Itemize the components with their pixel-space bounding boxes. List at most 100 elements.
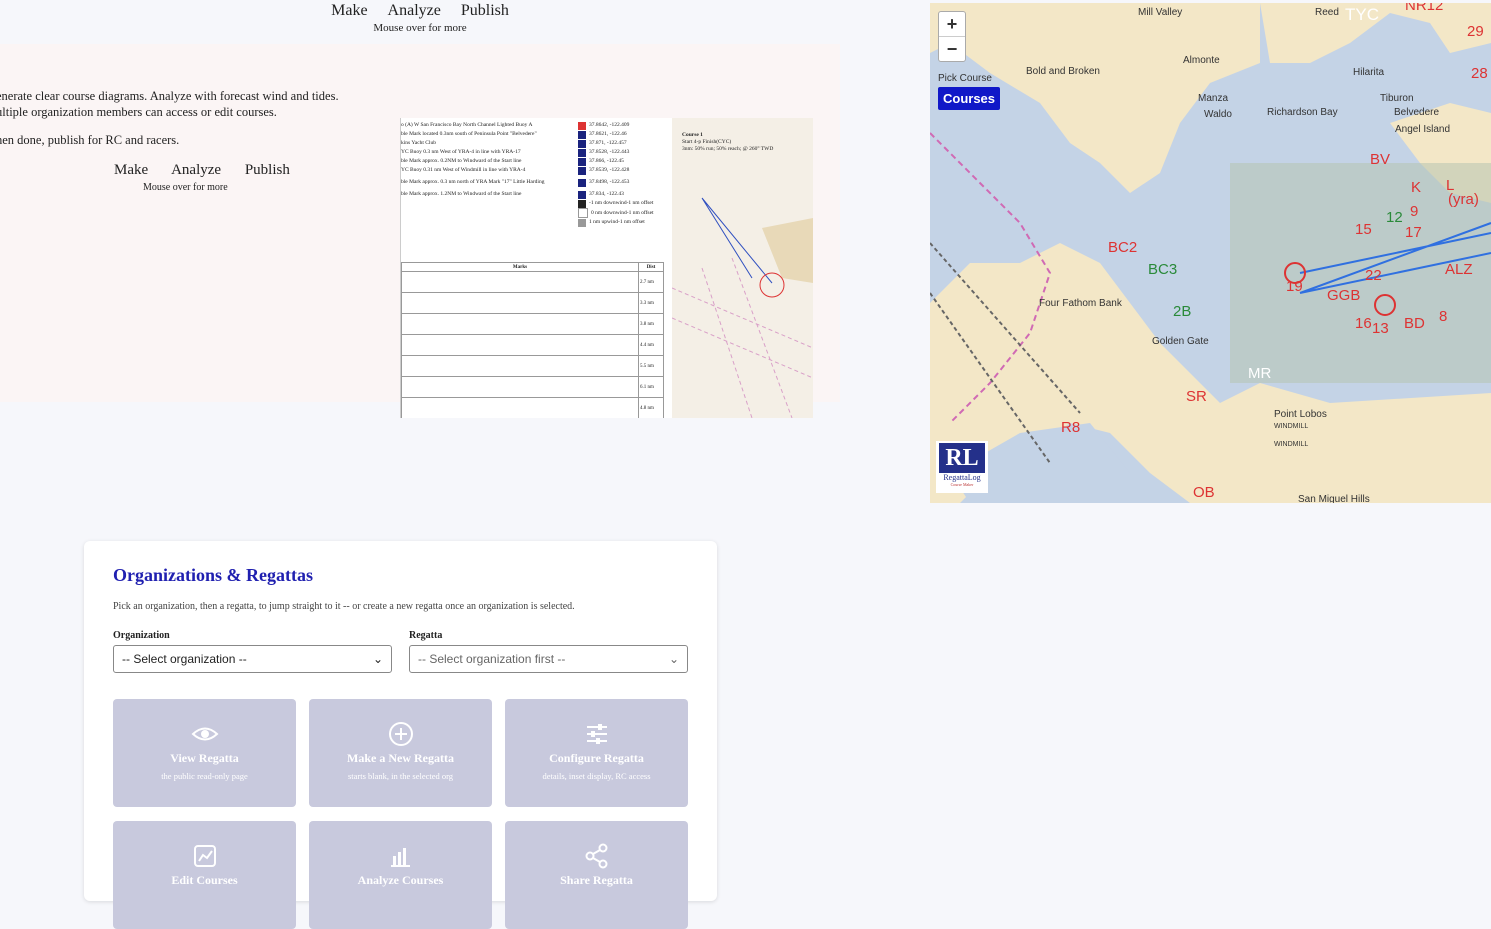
map-mark[interactable]: 19 [1286,278,1303,295]
list-item: 37.871, -122.457 [578,139,668,148]
map-label: San Miguel Hills [1298,494,1370,503]
nav-publish-link[interactable]: Publish [461,2,509,19]
list-item: 1 nm upwind-1 nm offset [578,218,668,227]
hero-publish-link[interactable]: Publish [245,162,290,178]
map-label: Richardson Bay [1267,107,1338,118]
nautical-chart [930,3,1491,503]
tile-subtitle: details, inset display, RC access [542,771,651,781]
map-label: Waldo [1204,109,1232,120]
pick-course-label: Pick Course [938,73,992,84]
map-mark[interactable]: BC2 [1108,239,1137,256]
coords-list: 37.8642, -122.409 37.8621, -122.46 37.87… [578,118,668,227]
map-label: Mill Valley [1138,7,1183,18]
regattalog-logo: RL RegattaLog Course Maker [936,441,988,493]
map-mark[interactable]: SR [1186,388,1207,405]
map-label: Golden Gate [1152,336,1209,347]
table-header: Dist [638,262,664,272]
table-row[interactable]: 3.8 nm [401,313,664,335]
map-mark[interactable]: TYC [1345,5,1379,25]
courses-table: Marks Dist 2.7 nm 3.3 nm 3.8 nm 4.4 nm 5.… [401,262,664,418]
map-mark[interactable]: NR12 [1405,3,1443,14]
map-mark[interactable]: MR [1248,365,1271,382]
map-mark[interactable]: 22 [1365,267,1382,284]
map-mark[interactable]: 17 [1405,224,1422,241]
table-row[interactable]: 4.8 nm [401,397,664,418]
map-mark[interactable]: BD [1404,315,1425,332]
map-mark[interactable]: R8 [1061,419,1080,436]
map-mark[interactable]: BC3 [1148,261,1177,278]
logo-tagline: Course Maker [950,482,974,487]
mini-map-drawing [671,197,813,418]
course-line: Start 4-p Finish(CYC) [682,139,732,145]
map-mark[interactable]: 16 [1355,315,1372,332]
course-line: 3nm: 50% run; 50% reach; @ 260° TWD [682,146,774,152]
list-item: 37.834, -122.43 [578,190,668,199]
table-row[interactable]: 5.5 nm [401,355,664,377]
map-label: Almonte [1183,55,1220,66]
map-mark[interactable]: GGB [1327,287,1360,304]
organization-label: Organization [113,630,170,641]
view-regatta-button[interactable]: View Regatta the public read-only page [113,699,296,807]
nav-make-link[interactable]: Make [331,2,367,19]
list-item: ble Mark approx. 0.2NM to Windward of th… [401,158,522,164]
hero-hint: Mouse over for more [143,182,228,193]
table-row[interactable]: 6.1 nm [401,376,664,398]
chevron-down-icon: ⌄ [372,652,383,666]
tile-title: Share Regatta [560,873,633,887]
hero-analyze-link[interactable]: Analyze [171,162,221,178]
map-label: Angel Island [1395,124,1451,135]
map-mark[interactable]: BV [1370,151,1390,168]
map-label: Belvedere [1394,107,1440,118]
tile-subtitle: the public read-only page [161,771,248,781]
table-row[interactable]: 2.7 nm [401,271,664,293]
share-regatta-button[interactable]: Share Regatta [505,821,688,929]
tile-title: Make a New Regatta [347,751,454,765]
map-mark[interactable]: 9 [1410,203,1418,220]
edit-courses-button[interactable]: Edit Courses [113,821,296,929]
list-item: 37.866, -122.45 [578,157,668,166]
map-mark[interactable]: 12 [1386,209,1403,226]
list-item: 37.8621, -122.46 [578,130,668,139]
map-label: Point Lobos [1274,409,1327,420]
map-mark[interactable]: 2B [1173,303,1191,320]
analyze-courses-button[interactable]: Analyze Courses [309,821,492,929]
courses-button[interactable]: Courses [938,87,1001,110]
share-icon [505,843,688,869]
list-item: YC Buoy 0.31 nm West of Windmill in line… [401,167,526,173]
regatta-select[interactable]: -- Select organization first -- ⌄ [409,645,688,673]
map-mark[interactable]: 8 [1439,308,1447,325]
make-new-regatta-button[interactable]: Make a New Regatta starts blank, in the … [309,699,492,807]
map-mark[interactable]: ALZ [1445,261,1473,278]
map-mark[interactable]: 13 [1372,320,1389,337]
bar-chart-icon [309,843,492,869]
tile-title: Configure Regatta [549,751,644,765]
table-row[interactable]: 4.4 nm [401,334,664,356]
zoom-out-button[interactable]: − [939,36,965,61]
hero-section: enerate clear course diagrams. Analyze w… [0,44,840,418]
map-label: Tiburon [1380,93,1414,104]
regatta-label: Regatta [409,630,443,641]
nav-analyze-link[interactable]: Analyze [388,2,441,19]
map-mark[interactable]: 15 [1355,221,1372,238]
map-label: Manza [1198,93,1229,104]
list-item: 37.8528, -122.443 [578,148,668,157]
organization-select[interactable]: -- Select organization -- ⌄ [113,645,392,673]
chart-map[interactable]: + − Pick Course Courses RL RegattaLog Co… [930,3,1491,503]
logo-mark: RL [939,443,985,473]
table-row[interactable]: 3.3 nm [401,292,664,314]
map-mark[interactable]: 28 [1471,65,1488,82]
tile-subtitle: starts blank, in the selected org [347,771,454,781]
regatta-select-value: -- Select organization first -- [418,652,566,666]
list-item: 0 nm downwind-1 nm offset [578,208,668,218]
map-mark[interactable]: 29 [1467,23,1484,40]
logo-name: RegattaLog [943,473,981,482]
map-mark[interactable]: OB [1193,484,1215,501]
plus-circle-icon [309,721,492,747]
map-mark[interactable]: (yra) [1448,191,1479,208]
map-mark[interactable]: K [1411,179,1421,196]
hero-make-link[interactable]: Make [114,162,148,178]
hero-line: hen done, publish for RC and racers. [0,133,180,147]
configure-regatta-button[interactable]: Configure Regatta details, inset display… [505,699,688,807]
list-item: 37.8642, -122.409 [578,121,668,130]
zoom-in-button[interactable]: + [939,12,965,36]
